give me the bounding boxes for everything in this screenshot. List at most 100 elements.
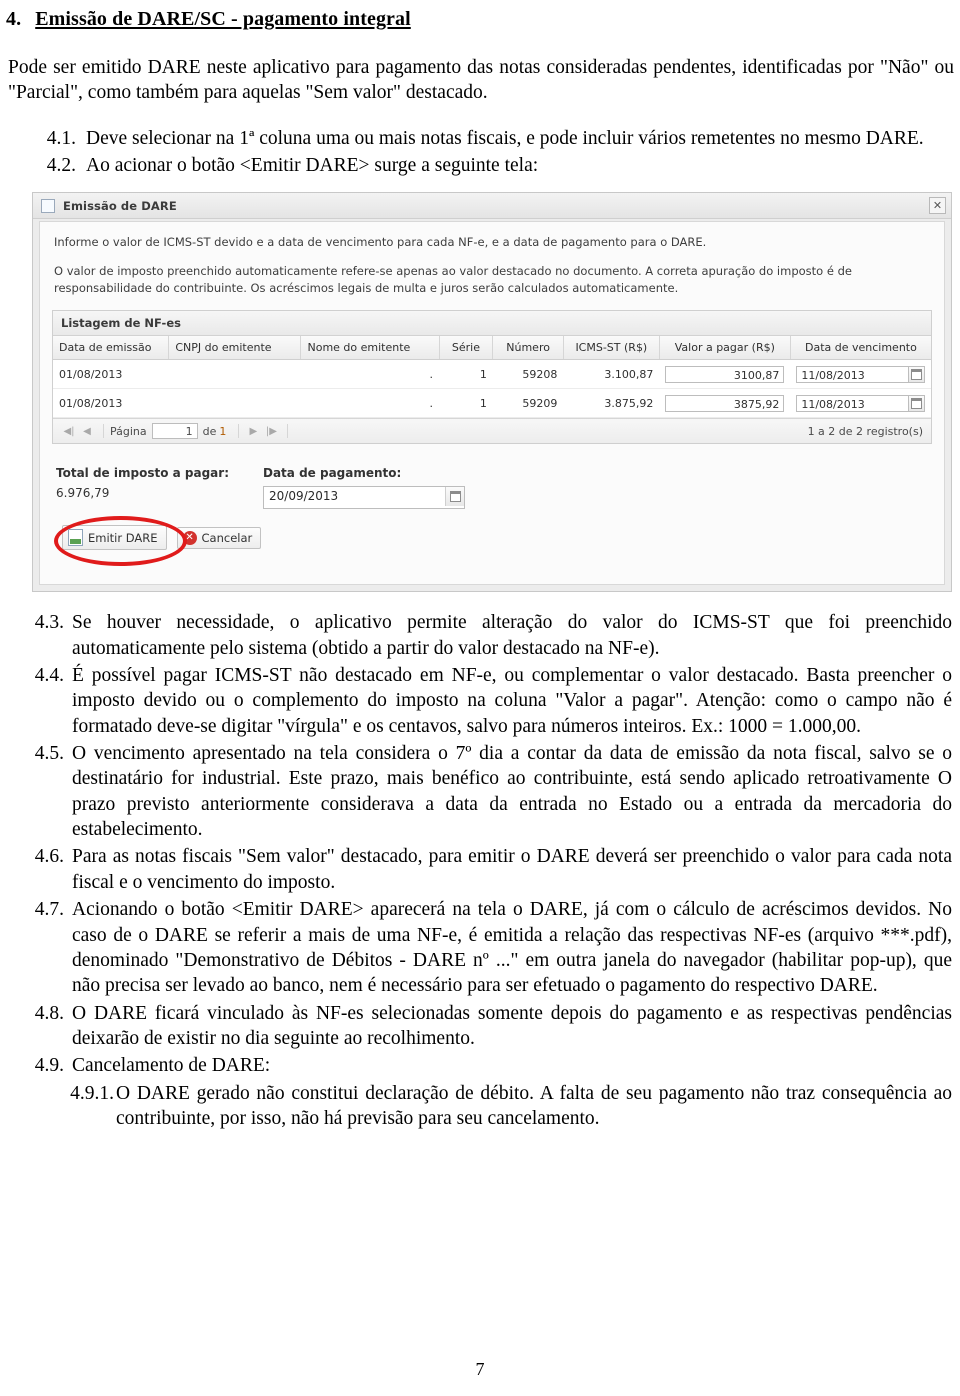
table-row[interactable]: 01/08/2013 . 1 59208 3.100,87 3100,87 11… [53, 359, 931, 390]
column-header-valor-a-pagar: Valor a pagar (R$) [659, 336, 791, 361]
list-item: 4.9. Cancelamento de DARE: [20, 1053, 952, 1078]
data-pagamento-field: 20/09/2013 [263, 486, 465, 510]
emissao-dare-dialog-screenshot: Emissão de DARE ✕ Informe o valor de ICM… [32, 192, 952, 593]
emitir-dare-button[interactable]: Emitir DARE [62, 525, 167, 551]
column-header-nome: Nome do emitente [300, 336, 440, 361]
data-pagamento-input[interactable]: 20/09/2013 [264, 487, 445, 508]
dialog-title: Emissão de DARE [63, 198, 177, 213]
list-item: 4.6. Para as notas fiscais "Sem valor" d… [20, 844, 952, 895]
list-item-text: É possível pagar ICMS-ST não destacado e… [72, 665, 952, 737]
list-item: 4.8. O DARE ficará vinculado às NF-es se… [20, 1001, 952, 1052]
dialog-note-2: O valor de imposto preenchido automatica… [54, 264, 852, 295]
next-page-icon[interactable]: ▶ [245, 424, 261, 438]
list-item-marker: 4.2. [46, 155, 76, 177]
list-item-marker: 4.7. [34, 899, 64, 921]
cancelar-label: Cancelar [201, 530, 253, 545]
cell-cnpj [168, 359, 301, 390]
list-item-marker: 4.4. [34, 665, 64, 687]
data-pagamento-block: Data de pagamento: 20/09/2013 [263, 466, 465, 510]
cell-nome: . [300, 359, 440, 390]
dialog-actions: Emitir DARE ✕ Cancelar [52, 516, 932, 567]
document-page: 4. Emissão de DARE/SC - pagamento integr… [0, 8, 960, 1396]
page-title-number: 4. [6, 8, 22, 30]
table-row[interactable]: 01/08/2013 . 1 59209 3.875,92 3875,92 11… [53, 388, 931, 419]
list-item-text: Acionando o botão <Emitir DARE> aparecer… [72, 899, 952, 997]
list-item: 4.2. Ao acionar o botão <Emitir DARE> su… [36, 153, 952, 178]
total-imposto-block: Total de imposto a pagar: 6.976,79 [56, 466, 229, 509]
divider [238, 424, 240, 439]
cell-numero: 59209 [492, 388, 564, 419]
cell-icms-st: 3.875,92 [563, 388, 660, 419]
calendar-icon[interactable] [445, 487, 464, 507]
list-item: 4.7. Acionando o botão <Emitir DARE> apa… [20, 897, 952, 998]
total-imposto-label: Total de imposto a pagar: [56, 466, 229, 481]
cell-icms-st: 3.100,87 [563, 359, 660, 390]
close-icon[interactable]: ✕ [929, 197, 946, 215]
prev-page-icon[interactable]: ◀ [79, 424, 95, 438]
valor-a-pagar-input[interactable]: 3100,87 [665, 365, 785, 383]
cell-cnpj [168, 388, 301, 419]
list-item-marker: 4.5. [34, 743, 64, 765]
page-title: 4. Emissão de DARE/SC - pagamento integr… [6, 8, 960, 31]
dialog-body: Informe o valor de ICMS-ST devido e a da… [39, 221, 945, 586]
emitir-dare-label: Emitir DARE [88, 530, 158, 545]
list-item: 4.3. Se houver necessidade, o aplicativo… [20, 610, 952, 661]
nfe-table: Data de emissão CNPJ do emitente Nome do… [53, 336, 931, 419]
column-header-serie: Série [439, 336, 494, 361]
calendar-icon[interactable] [908, 394, 925, 412]
calendar-icon[interactable] [908, 365, 925, 383]
column-header-numero: Número [492, 336, 564, 361]
list-item-text: O DARE ficará vinculado às NF-es selecio… [72, 1002, 952, 1049]
data-pagamento-label: Data de pagamento: [263, 466, 402, 481]
cell-numero: 59208 [492, 359, 564, 390]
data-vencimento-field: 11/08/2013 [796, 365, 925, 383]
cell-data-vencimento: 11/08/2013 [790, 359, 931, 390]
cell-data-emissao: 01/08/2013 [53, 388, 169, 419]
list-item-marker: 4.9. [34, 1055, 64, 1077]
list-item-marker: 4.3. [34, 612, 64, 634]
dialog-note-1: Informe o valor de ICMS-ST devido e a da… [54, 235, 707, 250]
totals-section: Total de imposto a pagar: 6.976,79 Data … [52, 466, 932, 510]
first-page-icon[interactable]: ◀| [61, 424, 77, 438]
page-of-label: de [202, 424, 217, 438]
valor-a-pagar-input[interactable]: 3875,92 [665, 394, 785, 412]
list-item-text: Para as notas fiscais "Sem valor" destac… [72, 846, 952, 893]
intro-paragraph: Pode ser emitido DARE neste aplicativo p… [8, 57, 954, 104]
list-item-marker: 4.1. [46, 127, 76, 149]
list-item-text: Ao acionar o botão <Emitir DARE> surge a… [86, 155, 539, 177]
divider [287, 424, 289, 439]
list-item: 4.5. O vencimento apresentado na tela co… [20, 741, 952, 842]
list-item: 4.4. É possível pagar ICMS-ST não destac… [20, 663, 952, 739]
data-vencimento-field: 11/08/2013 [796, 394, 925, 412]
data-vencimento-input[interactable]: 11/08/2013 [796, 394, 908, 412]
data-vencimento-input[interactable]: 11/08/2013 [796, 365, 908, 383]
list-item-marker: 4.6. [34, 846, 64, 868]
window-icon [41, 198, 55, 213]
cell-data-emissao: 01/08/2013 [53, 359, 169, 390]
list-item-text: Se houver necessidade, o aplicativo perm… [72, 612, 952, 659]
page-total: 1 [219, 424, 227, 438]
cell-serie: 1 [439, 359, 493, 390]
cell-serie: 1 [439, 388, 493, 419]
list-item-marker: 4.9.1. [70, 1082, 114, 1104]
page-number-input[interactable]: 1 [151, 423, 198, 440]
cell-data-vencimento: 11/08/2013 [790, 388, 931, 419]
page-label: Página [110, 424, 147, 438]
list-item-text: O DARE gerado não constitui declaração d… [116, 1082, 952, 1129]
nfe-grid-panel: Listagem de NF-es Data de emissão CNPJ d… [52, 310, 932, 445]
table-header-row: Data de emissão CNPJ do emitente Nome do… [53, 336, 931, 361]
document-icon [68, 529, 83, 547]
page-number-footer: 7 [475, 1359, 485, 1379]
pagination-bar: ◀| ◀ Página 1 de 1 ▶ |▶ 1 a 2 de 2 regis… [53, 418, 931, 444]
list-item: 4.9.1. O DARE gerado não constitui decla… [62, 1081, 952, 1132]
list-item: 4.1. Deve selecionar na 1ª coluna uma ou… [36, 126, 952, 151]
total-imposto-value: 6.976,79 [56, 486, 110, 501]
last-page-icon[interactable]: |▶ [263, 424, 279, 438]
cell-valor-a-pagar: 3100,87 [659, 359, 791, 390]
cancelar-button[interactable]: ✕ Cancelar [176, 526, 262, 549]
list-item-marker: 4.8. [34, 1002, 64, 1024]
list-item-text: Deve selecionar na 1ª coluna uma ou mais… [86, 127, 924, 149]
record-count-label: 1 a 2 de 2 registro(s) [807, 424, 923, 438]
grid-caption: Listagem de NF-es [53, 311, 931, 337]
list-item-text: O vencimento apresentado na tela conside… [72, 743, 952, 841]
